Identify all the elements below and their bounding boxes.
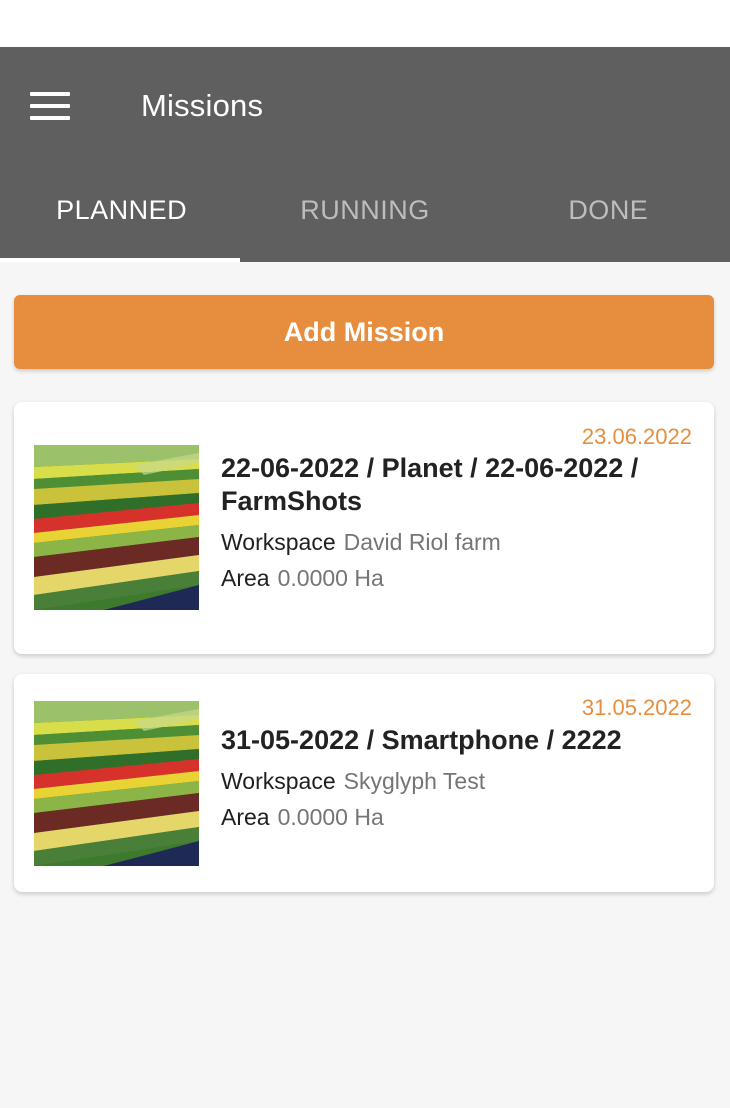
workspace-label: Workspace <box>221 529 336 555</box>
tab-planned[interactable]: PLANNED <box>0 164 243 262</box>
status-strip <box>0 0 730 47</box>
workspace-row: Workspace Skyglyph Test <box>221 767 692 795</box>
mission-title: 31-05-2022 / Smartphone / 2222 <box>221 725 622 755</box>
tab-running[interactable]: RUNNING <box>243 164 486 262</box>
page-title: Missions <box>141 87 264 123</box>
mission-title: 22-06-2022 / Planet / 22-06-2022 / FarmS… <box>221 453 639 516</box>
area-row: Area 0.0000 Ha <box>221 803 692 831</box>
mission-info: 31-05-2022 / Smartphone / 2222 Workspace… <box>221 724 692 831</box>
mission-date: 23.06.2022 <box>581 424 692 449</box>
area-row: Area 0.0000 Ha <box>221 564 692 592</box>
field-thumbnail-image <box>34 445 199 610</box>
mission-info: 22-06-2022 / Planet / 22-06-2022 / FarmS… <box>221 452 692 592</box>
workspace-value: Skyglyph Test <box>343 768 486 794</box>
mission-list: Add Mission 23.06.2022 22-06-2022 / Plan… <box>0 262 730 892</box>
mission-date: 31.05.2022 <box>581 695 692 720</box>
area-label: Area <box>221 804 270 830</box>
workspace-row: Workspace David Riol farm <box>221 528 692 556</box>
workspace-value: David Riol farm <box>343 529 501 555</box>
field-thumbnail-image <box>34 701 199 866</box>
active-tab-indicator <box>0 258 240 262</box>
area-label: Area <box>221 565 270 591</box>
app-bar: Missions PLANNED RUNNING DONE <box>0 47 730 262</box>
mission-card[interactable]: 23.06.2022 22-06-2022 / Planet / 22-06-2… <box>14 402 714 654</box>
hamburger-menu-icon[interactable] <box>30 91 70 120</box>
mission-tabs: PLANNED RUNNING DONE <box>0 164 730 262</box>
area-value: 0.0000 Ha <box>277 804 384 830</box>
add-mission-button[interactable]: Add Mission <box>14 295 714 369</box>
mission-card[interactable]: 31.05.2022 31-05-2022 / Smartphone / 222… <box>14 674 714 892</box>
workspace-label: Workspace <box>221 768 336 794</box>
tab-done[interactable]: DONE <box>487 164 730 262</box>
toolbar: Missions <box>0 47 730 164</box>
area-value: 0.0000 Ha <box>277 565 384 591</box>
